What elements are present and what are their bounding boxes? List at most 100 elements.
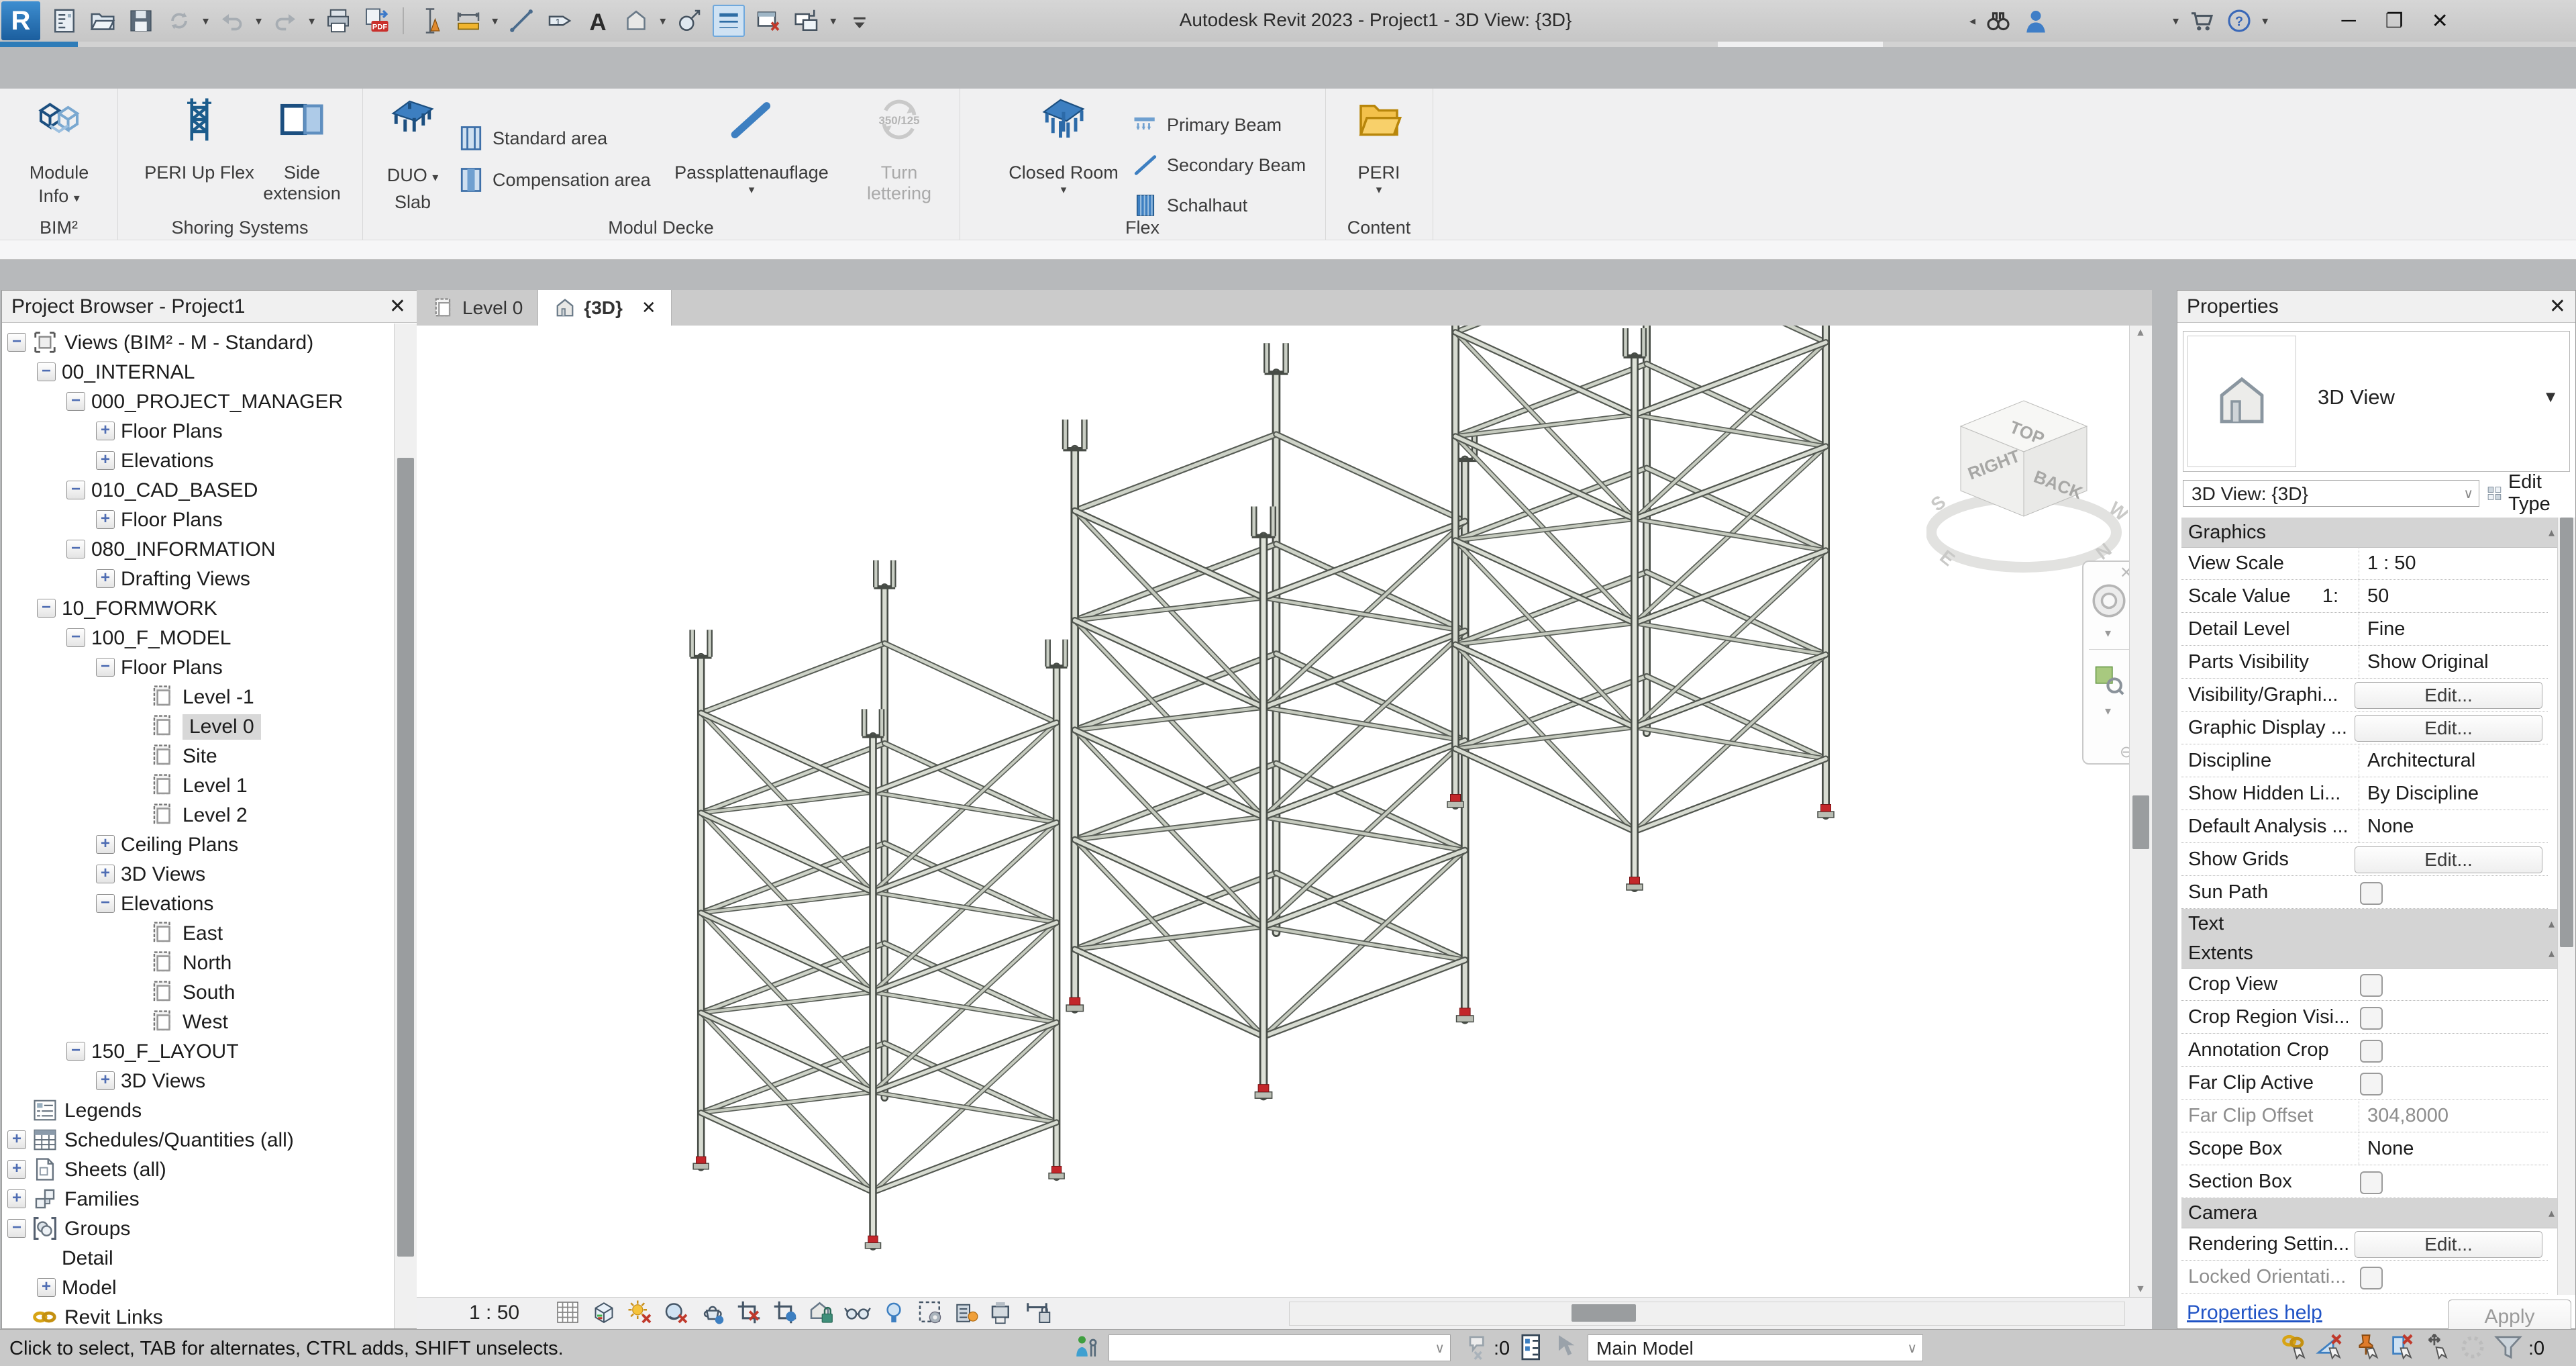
edit-button[interactable]: Edit...: [2355, 1231, 2542, 1258]
select-pinned-icon[interactable]: [2351, 1332, 2381, 1366]
secondary-beam-button[interactable]: Secondary Beam: [1131, 150, 1306, 180]
tree-item-east[interactable]: East: [2, 918, 394, 948]
tree-item-drafting-views[interactable]: +Drafting Views: [2, 564, 394, 593]
workset-dropdown[interactable]: ∨: [1109, 1334, 1451, 1361]
closed-room-button[interactable]: Closed Room ▾: [990, 93, 1137, 197]
instance-selector-chevron-icon[interactable]: ∨: [2463, 481, 2473, 507]
expand-icon[interactable]: +: [96, 510, 115, 529]
collapse-search-icon[interactable]: ◂: [1969, 6, 1975, 36]
expand-icon[interactable]: +: [7, 1160, 26, 1179]
collapse-icon[interactable]: −: [66, 392, 85, 411]
help-dropdown-icon[interactable]: ▾: [2262, 6, 2268, 36]
user-account-icon[interactable]: [2021, 6, 2051, 36]
project-browser-close-icon[interactable]: ✕: [389, 295, 406, 318]
standard-area-button[interactable]: Standard area: [456, 124, 607, 153]
zoom-caret-icon[interactable]: ▾: [2105, 704, 2111, 718]
checkbox[interactable]: [2360, 1267, 2383, 1289]
property-value[interactable]: By Discipline: [2359, 777, 2544, 810]
tree-item-floor-plans[interactable]: −Floor Plans: [2, 652, 394, 682]
property-value[interactable]: Show Original: [2359, 646, 2544, 679]
render-dialog-icon[interactable]: [699, 1299, 726, 1329]
tree-item-detail[interactable]: Detail: [2, 1243, 394, 1273]
drag-on-selection-icon[interactable]: [2422, 1332, 2452, 1366]
text-note-icon[interactable]: A: [583, 6, 613, 36]
tree-item-model[interactable]: +Model: [2, 1273, 394, 1302]
section-collapse-icon[interactable]: ▴: [2548, 909, 2555, 938]
collapse-icon[interactable]: −: [66, 481, 85, 499]
tree-item-level-1[interactable]: Level 1: [2, 771, 394, 800]
type-selector-caret-icon[interactable]: ▼: [2542, 388, 2559, 407]
tree-item-level-2[interactable]: Level 2: [2, 800, 394, 830]
property-value[interactable]: 304,8000: [2359, 1100, 2544, 1132]
view-cube[interactable]: SWENTOPRIGHTBACK: [1926, 393, 2128, 581]
expand-icon[interactable]: +: [96, 422, 115, 440]
tree-item-080-information[interactable]: −080_INFORMATION: [2, 534, 394, 564]
tree-item-3d-views[interactable]: +3D Views: [2, 859, 394, 889]
edit-button[interactable]: Edit...: [2355, 682, 2542, 709]
section-header-extents[interactable]: Extents▴: [2181, 938, 2561, 969]
canvas-vscroll-thumb[interactable]: [2132, 795, 2149, 849]
canvas-horizontal-scrollbar[interactable]: [1289, 1302, 2125, 1326]
design-option-chevron-icon[interactable]: ∨: [1907, 1335, 1917, 1362]
tree-item-groups[interactable]: −Groups: [2, 1214, 394, 1243]
canvas-vertical-scrollbar[interactable]: ▲ ▼: [2129, 326, 2152, 1297]
expand-icon[interactable]: +: [7, 1130, 26, 1149]
collapse-icon[interactable]: −: [37, 599, 56, 618]
property-value[interactable]: None: [2359, 1132, 2544, 1165]
tree-item-views-bim-m-standard-[interactable]: −Views (BIM² - M - Standard): [2, 328, 394, 357]
tree-item-legends[interactable]: Legends: [2, 1095, 394, 1125]
sync-icon-caret[interactable]: ▾: [203, 6, 209, 36]
tag-icon[interactable]: 1: [545, 6, 574, 36]
property-value[interactable]: 50: [2359, 580, 2544, 613]
edit-button[interactable]: Edit...: [2355, 846, 2542, 873]
tree-item-elevations[interactable]: −Elevations: [2, 889, 394, 918]
checkbox[interactable]: [2360, 974, 2383, 997]
view-scale-control[interactable]: 1 : 50: [469, 1302, 519, 1324]
undo-icon[interactable]: [217, 6, 247, 36]
tree-item-150-f-layout[interactable]: −150_F_LAYOUT: [2, 1036, 394, 1066]
tree-item-south[interactable]: South: [2, 977, 394, 1007]
expand-icon[interactable]: +: [7, 1189, 26, 1208]
sync-icon[interactable]: [164, 6, 194, 36]
crop-region-icon[interactable]: [772, 1299, 798, 1329]
minimize-button[interactable]: ─: [2330, 9, 2367, 32]
peri-button[interactable]: PERI ▾: [1325, 93, 1433, 197]
editing-requests-icon[interactable]: [1463, 1332, 1492, 1366]
locked-3d-view-icon[interactable]: [808, 1299, 835, 1329]
edit-button[interactable]: Edit...: [2355, 715, 2542, 742]
tree-item-north[interactable]: North: [2, 948, 394, 977]
canvas-hscroll-thumb[interactable]: [1572, 1304, 1636, 1322]
expand-icon[interactable]: +: [96, 865, 115, 883]
tree-item-100-f-model[interactable]: −100_F_MODEL: [2, 623, 394, 652]
section-collapse-icon[interactable]: ▴: [2548, 1198, 2555, 1228]
collapse-icon[interactable]: −: [7, 1219, 26, 1238]
type-selector[interactable]: 3D View ▼: [2183, 331, 2570, 472]
collapse-icon[interactable]: −: [37, 362, 56, 381]
checkbox[interactable]: [2360, 1007, 2383, 1030]
help-icon[interactable]: ?: [2224, 6, 2254, 36]
worksets-icon[interactable]: [1071, 1332, 1100, 1366]
tree-item-elevations[interactable]: +Elevations: [2, 446, 394, 475]
save-icon[interactable]: [126, 6, 156, 36]
close-button[interactable]: ✕: [2421, 9, 2459, 33]
properties-dialog-icon[interactable]: [50, 6, 79, 36]
drawing-area[interactable]: SWENTOPRIGHTBACK ✕ ▾ ▾ ⊖ ▲ ▼: [417, 326, 2152, 1297]
export-pdf-icon[interactable]: PDF: [362, 6, 391, 36]
schalhaut-button[interactable]: Schalhaut: [1131, 191, 1247, 220]
workset-chevron-icon[interactable]: ∨: [1435, 1335, 1445, 1362]
temporary-hide-isolate-icon[interactable]: [844, 1299, 871, 1329]
switch-windows-icon-caret[interactable]: ▾: [830, 6, 836, 36]
thin-lines-icon[interactable]: [713, 5, 745, 37]
tree-item-00-internal[interactable]: −00_INTERNAL: [2, 357, 394, 387]
select-links-icon[interactable]: [2280, 1332, 2310, 1366]
visual-style-icon[interactable]: [590, 1299, 617, 1329]
tree-item-3d-views[interactable]: +3D Views: [2, 1066, 394, 1095]
undo-icon-caret[interactable]: ▾: [256, 6, 262, 36]
tree-item-010-cad-based[interactable]: −010_CAD_BASED: [2, 475, 394, 505]
project-browser-scrollbar-thumb[interactable]: [397, 458, 414, 1257]
aligned-dimension-icon[interactable]: [454, 6, 483, 36]
section-icon[interactable]: [674, 6, 704, 36]
tree-item-schedules-quantities-all-[interactable]: +Schedules/Quantities (all): [2, 1125, 394, 1155]
primary-beam-button[interactable]: Primary Beam: [1131, 110, 1282, 140]
property-value[interactable]: Architectural: [2359, 744, 2544, 777]
